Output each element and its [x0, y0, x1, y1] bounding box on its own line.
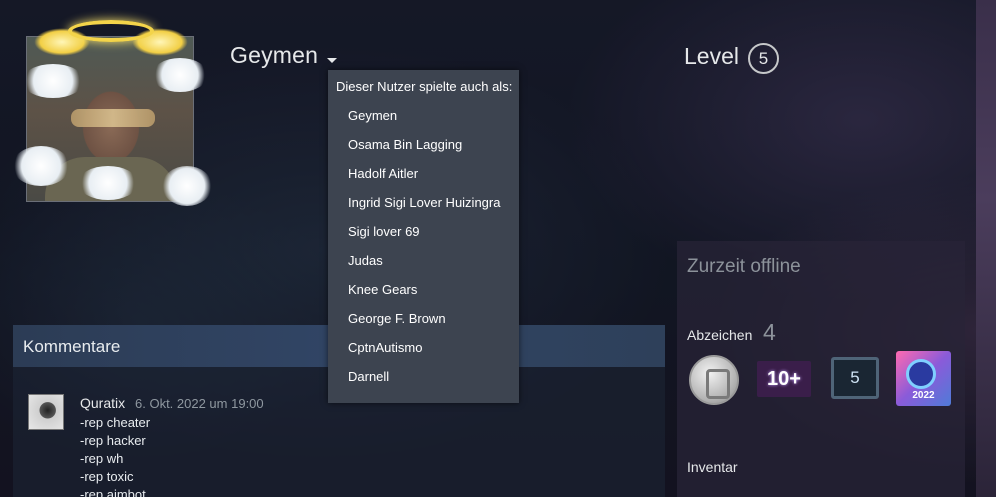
comment-line: -rep toxic [80, 469, 134, 484]
online-status: Zurzeit offline [687, 256, 801, 277]
comment-date: 6. Okt. 2022 um 19:00 [135, 396, 264, 411]
past-name-item[interactable]: Ingrid Sigi Lover Huizingra [348, 195, 500, 210]
profile-avatar-frame [12, 18, 212, 210]
badge-label: 10+ [757, 361, 811, 397]
silver-coin-badge-icon[interactable] [687, 353, 741, 407]
past-name-item[interactable]: Knee Gears [348, 282, 417, 297]
cloud-icon [22, 64, 84, 98]
inventory-link[interactable]: Inventar [687, 459, 738, 475]
cloud-icon [162, 166, 212, 206]
past-names-header: Dieser Nutzer spielte auch als: [336, 79, 513, 94]
past-name-item[interactable]: Osama Bin Lagging [348, 137, 462, 152]
badges-count[interactable]: 4 [763, 319, 776, 346]
cloud-icon [78, 166, 138, 200]
steam-2022-badge-icon[interactable]: 2022 [896, 351, 951, 406]
background-edge [976, 0, 996, 497]
comments-title: Kommentare [23, 337, 121, 356]
comment-line: -rep cheater [80, 415, 151, 430]
past-name-item[interactable]: Darnell [348, 369, 389, 384]
badge-label: 2022 [912, 390, 935, 401]
comment-line: -rep aimbot [80, 487, 146, 497]
comment-line: -rep hacker [80, 433, 146, 448]
past-name-item[interactable]: Geymen [348, 108, 397, 123]
past-name-item[interactable]: George F. Brown [348, 311, 446, 326]
comment-line: -rep wh [80, 451, 124, 466]
badges-link[interactable]: Abzeichen [687, 327, 752, 343]
past-name-item[interactable]: Hadolf Aitler [348, 166, 418, 181]
cloud-icon [152, 58, 208, 92]
commenter-name[interactable]: Quratix [80, 395, 125, 411]
persona-name[interactable]: Geymen [230, 42, 318, 69]
past-names-dropdown: Dieser Nutzer spielte auch als: Geymen O… [328, 70, 519, 403]
cloud-icon [12, 146, 70, 186]
chevron-down-icon[interactable] [327, 58, 337, 63]
past-name-item[interactable]: CptnAutismo [348, 340, 422, 355]
avatar-glasses [71, 109, 155, 127]
past-name-item[interactable]: Sigi lover 69 [348, 224, 420, 239]
profile-sidebar: Zurzeit offline Abzeichen 4 10+ 5 2022 I… [677, 241, 965, 497]
level-screen-badge-icon[interactable]: 5 [829, 353, 883, 407]
steam-logo-icon [906, 359, 936, 389]
past-name-item[interactable]: Judas [348, 253, 383, 268]
halo-icon [68, 20, 154, 42]
badge-label: 5 [831, 357, 879, 399]
years-of-service-badge-icon[interactable]: 10+ [757, 353, 811, 407]
commenter-avatar[interactable] [28, 394, 64, 430]
badge-coin [689, 355, 739, 405]
level-label: Level [684, 43, 739, 69]
level-badge[interactable]: 5 [748, 43, 779, 74]
